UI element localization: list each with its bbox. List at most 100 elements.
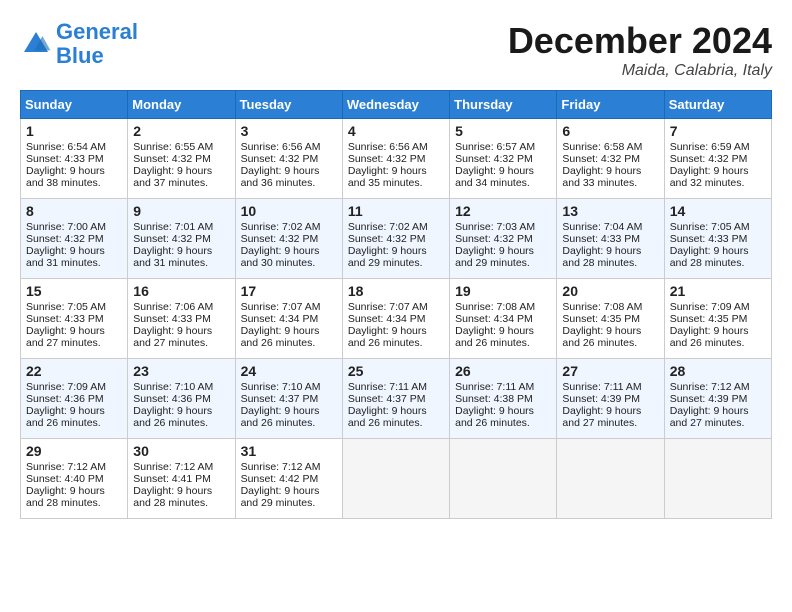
daylight-label: Daylight: 9 hours and 31 minutes. xyxy=(133,245,212,269)
calendar-cell: 19 Sunrise: 7:08 AM Sunset: 4:34 PM Dayl… xyxy=(450,279,557,359)
day-number: 28 xyxy=(670,363,766,379)
sunrise-label: Sunrise: 7:04 AM xyxy=(562,221,642,233)
daylight-label: Daylight: 9 hours and 28 minutes. xyxy=(670,245,749,269)
day-number: 22 xyxy=(26,363,122,379)
day-number: 11 xyxy=(348,203,444,219)
daylight-label: Daylight: 9 hours and 26 minutes. xyxy=(241,325,320,349)
calendar-cell: 10 Sunrise: 7:02 AM Sunset: 4:32 PM Dayl… xyxy=(235,199,342,279)
sunset-label: Sunset: 4:38 PM xyxy=(455,393,533,405)
sunset-label: Sunset: 4:34 PM xyxy=(348,313,426,325)
sunset-label: Sunset: 4:32 PM xyxy=(133,153,211,165)
daylight-label: Daylight: 9 hours and 35 minutes. xyxy=(348,165,427,189)
sunset-label: Sunset: 4:34 PM xyxy=(455,313,533,325)
day-number: 20 xyxy=(562,283,658,299)
sunrise-label: Sunrise: 7:07 AM xyxy=(348,301,428,313)
calendar-cell: 25 Sunrise: 7:11 AM Sunset: 4:37 PM Dayl… xyxy=(342,359,449,439)
col-friday: Friday xyxy=(557,91,664,119)
calendar-cell: 29 Sunrise: 7:12 AM Sunset: 4:40 PM Dayl… xyxy=(21,439,128,519)
day-number: 5 xyxy=(455,123,551,139)
daylight-label: Daylight: 9 hours and 37 minutes. xyxy=(133,165,212,189)
day-number: 1 xyxy=(26,123,122,139)
calendar-cell: 27 Sunrise: 7:11 AM Sunset: 4:39 PM Dayl… xyxy=(557,359,664,439)
daylight-label: Daylight: 9 hours and 27 minutes. xyxy=(133,325,212,349)
sunrise-label: Sunrise: 7:11 AM xyxy=(455,381,534,393)
sunset-label: Sunset: 4:40 PM xyxy=(26,473,104,485)
sunrise-label: Sunrise: 7:10 AM xyxy=(241,381,321,393)
calendar-cell xyxy=(557,439,664,519)
day-number: 16 xyxy=(133,283,229,299)
daylight-label: Daylight: 9 hours and 27 minutes. xyxy=(562,405,641,429)
sunrise-label: Sunrise: 7:09 AM xyxy=(670,301,750,313)
week-row-4: 22 Sunrise: 7:09 AM Sunset: 4:36 PM Dayl… xyxy=(21,359,772,439)
sunset-label: Sunset: 4:32 PM xyxy=(241,233,319,245)
calendar-cell xyxy=(664,439,771,519)
week-row-2: 8 Sunrise: 7:00 AM Sunset: 4:32 PM Dayli… xyxy=(21,199,772,279)
daylight-label: Daylight: 9 hours and 32 minutes. xyxy=(670,165,749,189)
sunrise-label: Sunrise: 7:01 AM xyxy=(133,221,213,233)
daylight-label: Daylight: 9 hours and 26 minutes. xyxy=(241,405,320,429)
calendar-table: Sunday Monday Tuesday Wednesday Thursday… xyxy=(20,90,772,519)
sunset-label: Sunset: 4:32 PM xyxy=(670,153,748,165)
calendar-cell: 3 Sunrise: 6:56 AM Sunset: 4:32 PM Dayli… xyxy=(235,119,342,199)
calendar-cell: 26 Sunrise: 7:11 AM Sunset: 4:38 PM Dayl… xyxy=(450,359,557,439)
sunset-label: Sunset: 4:32 PM xyxy=(562,153,640,165)
calendar-cell: 6 Sunrise: 6:58 AM Sunset: 4:32 PM Dayli… xyxy=(557,119,664,199)
sunset-label: Sunset: 4:33 PM xyxy=(26,313,104,325)
day-number: 19 xyxy=(455,283,551,299)
day-number: 3 xyxy=(241,123,337,139)
header-row: Sunday Monday Tuesday Wednesday Thursday… xyxy=(21,91,772,119)
sunset-label: Sunset: 4:33 PM xyxy=(670,233,748,245)
daylight-label: Daylight: 9 hours and 34 minutes. xyxy=(455,165,534,189)
calendar-cell: 8 Sunrise: 7:00 AM Sunset: 4:32 PM Dayli… xyxy=(21,199,128,279)
sunrise-label: Sunrise: 7:03 AM xyxy=(455,221,535,233)
calendar-cell: 23 Sunrise: 7:10 AM Sunset: 4:36 PM Dayl… xyxy=(128,359,235,439)
day-number: 30 xyxy=(133,443,229,459)
day-number: 15 xyxy=(26,283,122,299)
day-number: 25 xyxy=(348,363,444,379)
day-number: 17 xyxy=(241,283,337,299)
sunset-label: Sunset: 4:37 PM xyxy=(348,393,426,405)
sunset-label: Sunset: 4:33 PM xyxy=(133,313,211,325)
calendar-cell: 5 Sunrise: 6:57 AM Sunset: 4:32 PM Dayli… xyxy=(450,119,557,199)
day-number: 24 xyxy=(241,363,337,379)
daylight-label: Daylight: 9 hours and 28 minutes. xyxy=(562,245,641,269)
sunset-label: Sunset: 4:37 PM xyxy=(241,393,319,405)
sunrise-label: Sunrise: 7:08 AM xyxy=(562,301,642,313)
day-number: 29 xyxy=(26,443,122,459)
day-number: 23 xyxy=(133,363,229,379)
day-number: 2 xyxy=(133,123,229,139)
sunrise-label: Sunrise: 7:07 AM xyxy=(241,301,321,313)
sunrise-label: Sunrise: 7:05 AM xyxy=(670,221,750,233)
sunset-label: Sunset: 4:35 PM xyxy=(562,313,640,325)
sunrise-label: Sunrise: 7:09 AM xyxy=(26,381,106,393)
month-title: December 2024 xyxy=(508,20,772,62)
day-number: 9 xyxy=(133,203,229,219)
logo-icon xyxy=(20,28,52,60)
daylight-label: Daylight: 9 hours and 27 minutes. xyxy=(670,405,749,429)
sunset-label: Sunset: 4:32 PM xyxy=(455,233,533,245)
sunset-label: Sunset: 4:32 PM xyxy=(26,233,104,245)
sunset-label: Sunset: 4:39 PM xyxy=(670,393,748,405)
calendar-cell: 13 Sunrise: 7:04 AM Sunset: 4:33 PM Dayl… xyxy=(557,199,664,279)
day-number: 8 xyxy=(26,203,122,219)
sunset-label: Sunset: 4:33 PM xyxy=(562,233,640,245)
calendar-cell: 30 Sunrise: 7:12 AM Sunset: 4:41 PM Dayl… xyxy=(128,439,235,519)
sunrise-label: Sunrise: 6:54 AM xyxy=(26,141,106,153)
daylight-label: Daylight: 9 hours and 26 minutes. xyxy=(348,325,427,349)
sunrise-label: Sunrise: 7:12 AM xyxy=(241,461,321,473)
week-row-1: 1 Sunrise: 6:54 AM Sunset: 4:33 PM Dayli… xyxy=(21,119,772,199)
daylight-label: Daylight: 9 hours and 29 minutes. xyxy=(241,485,320,509)
week-row-3: 15 Sunrise: 7:05 AM Sunset: 4:33 PM Dayl… xyxy=(21,279,772,359)
sunrise-label: Sunrise: 7:11 AM xyxy=(562,381,641,393)
calendar-cell: 16 Sunrise: 7:06 AM Sunset: 4:33 PM Dayl… xyxy=(128,279,235,359)
sunset-label: Sunset: 4:42 PM xyxy=(241,473,319,485)
week-row-5: 29 Sunrise: 7:12 AM Sunset: 4:40 PM Dayl… xyxy=(21,439,772,519)
calendar-cell: 28 Sunrise: 7:12 AM Sunset: 4:39 PM Dayl… xyxy=(664,359,771,439)
daylight-label: Daylight: 9 hours and 36 minutes. xyxy=(241,165,320,189)
col-wednesday: Wednesday xyxy=(342,91,449,119)
day-number: 31 xyxy=(241,443,337,459)
daylight-label: Daylight: 9 hours and 29 minutes. xyxy=(348,245,427,269)
daylight-label: Daylight: 9 hours and 26 minutes. xyxy=(26,405,105,429)
daylight-label: Daylight: 9 hours and 26 minutes. xyxy=(455,325,534,349)
calendar-cell: 31 Sunrise: 7:12 AM Sunset: 4:42 PM Dayl… xyxy=(235,439,342,519)
